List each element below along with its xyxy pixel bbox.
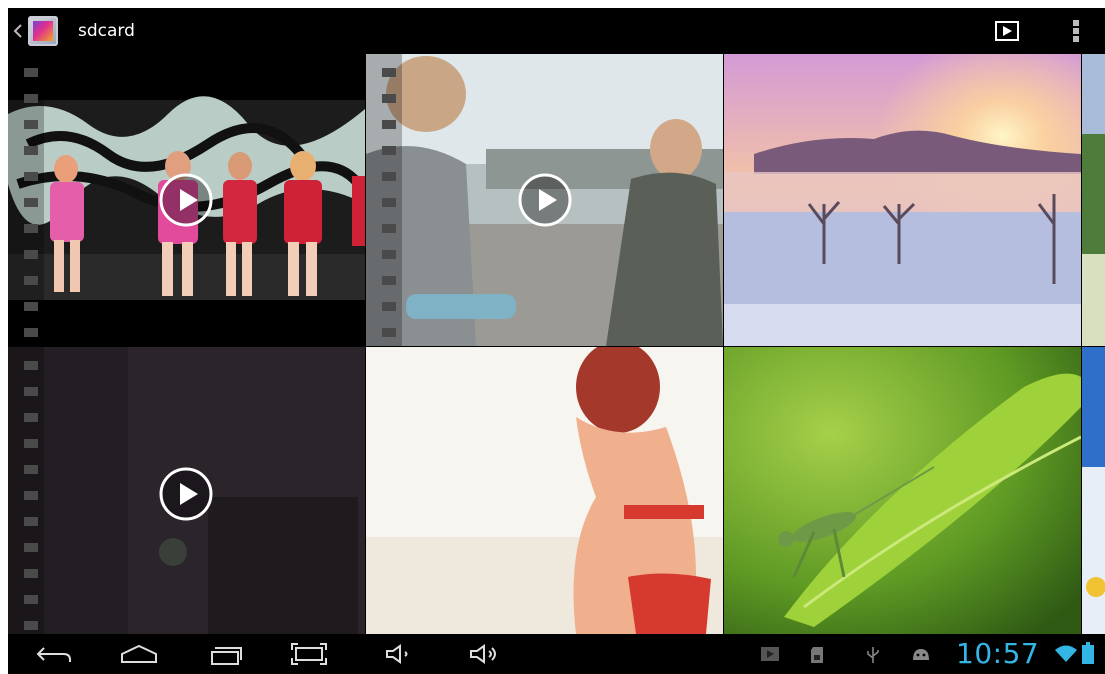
media-tile-photo-8[interactable] (1082, 347, 1105, 634)
album-title: sdcard (78, 21, 135, 41)
screenshot-icon[interactable] (290, 642, 328, 666)
home-icon[interactable] (118, 642, 160, 666)
action-bar: sdcard (8, 8, 1105, 54)
battery-icon (1082, 642, 1094, 664)
back-icon[interactable] (34, 642, 74, 666)
status-clock: 10:57 (956, 637, 1040, 670)
thumbnail-beach (366, 347, 723, 634)
media-tile-video-1[interactable] (8, 54, 365, 346)
android-debug-icon (913, 649, 929, 660)
media-play-icon (761, 647, 779, 661)
filmstrip-edge (8, 347, 44, 634)
media-tile-photo-6[interactable] (366, 347, 723, 634)
filmstrip-edge (8, 54, 44, 346)
system-bar: 10:57 (8, 634, 1105, 674)
usb-icon (867, 647, 879, 663)
wifi-icon (1055, 645, 1077, 662)
thumbnail-partial (1082, 54, 1105, 346)
media-tile-video-2[interactable] (366, 54, 723, 346)
android-screen: sdcard 10:57 (8, 8, 1105, 674)
thumbnail-sunrise (724, 54, 1081, 346)
overflow-menu-icon[interactable] (1068, 18, 1084, 44)
chevron-left-icon[interactable] (11, 22, 25, 40)
thumbnail-grasshopper (724, 347, 1081, 634)
media-tile-photo-7[interactable] (724, 347, 1081, 634)
play-circle-icon (518, 173, 572, 227)
sd-card-icon (811, 647, 823, 663)
play-circle-icon (159, 173, 213, 227)
thumbnail-partial (1082, 347, 1105, 634)
recent-apps-icon[interactable] (204, 642, 244, 666)
media-tile-video-5[interactable] (8, 347, 365, 634)
media-grid (8, 54, 1105, 634)
media-tile-photo-4[interactable] (1082, 54, 1105, 346)
gallery-icon[interactable] (28, 16, 58, 46)
volume-up-icon[interactable] (468, 642, 502, 666)
media-tile-photo-3[interactable] (724, 54, 1081, 346)
volume-down-icon[interactable] (384, 642, 414, 666)
slideshow-play-icon[interactable] (994, 20, 1020, 42)
play-circle-icon (159, 467, 213, 521)
filmstrip-edge (366, 54, 402, 346)
